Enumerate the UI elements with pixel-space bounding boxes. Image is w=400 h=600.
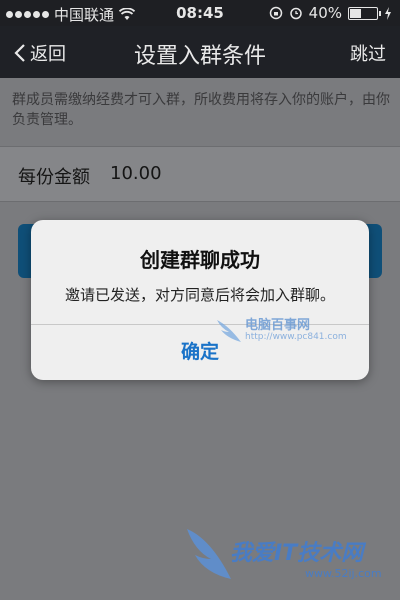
- dialog-title: 创建群聊成功: [140, 248, 260, 272]
- fee-description: 群成员需缴纳经费才可入群，所收费用将存入你的账户，由你负责管理。: [12, 92, 390, 128]
- battery-icon: [348, 6, 381, 20]
- watermark-52ij: 我爱IT技术网 www.52ij.com: [185, 525, 395, 595]
- battery-percent: 40%: [308, 4, 342, 22]
- dialog-message: 邀请已发送，对方同意后将会加入群聊。: [64, 286, 335, 304]
- amount-label: 每份金额: [18, 167, 90, 188]
- amount-row[interactable]: 每份金额 10.00: [0, 146, 400, 202]
- watermark-pc841: 电脑百事网 http://www.pc841.com: [215, 312, 355, 352]
- page-title: 设置入群条件: [133, 44, 266, 69]
- wing-logo-icon: [217, 320, 241, 342]
- charging-icon: [385, 6, 391, 20]
- wing-logo-icon: [187, 529, 231, 579]
- watermark-brand: 电脑百事网: [245, 318, 311, 333]
- lock-rotation-icon: [269, 6, 282, 20]
- amount-field[interactable]: 10.00: [110, 163, 162, 184]
- watermark-url: http://www.pc841.com: [245, 332, 347, 342]
- status-bar: 中国联通 08:45 40%: [0, 0, 400, 26]
- success-dialog: 创建群聊成功 邀请已发送，对方同意后将会加入群聊。 确定: [31, 220, 369, 380]
- alarm-icon: [289, 7, 302, 20]
- status-right: 40%: [269, 4, 392, 22]
- navigation-bar: 返回 设置入群条件 跳过: [0, 26, 400, 78]
- watermark-brand: 我爱IT技术网: [230, 541, 364, 566]
- skip-button[interactable]: 跳过: [350, 40, 386, 66]
- watermark-url: www.52ij.com: [305, 567, 382, 580]
